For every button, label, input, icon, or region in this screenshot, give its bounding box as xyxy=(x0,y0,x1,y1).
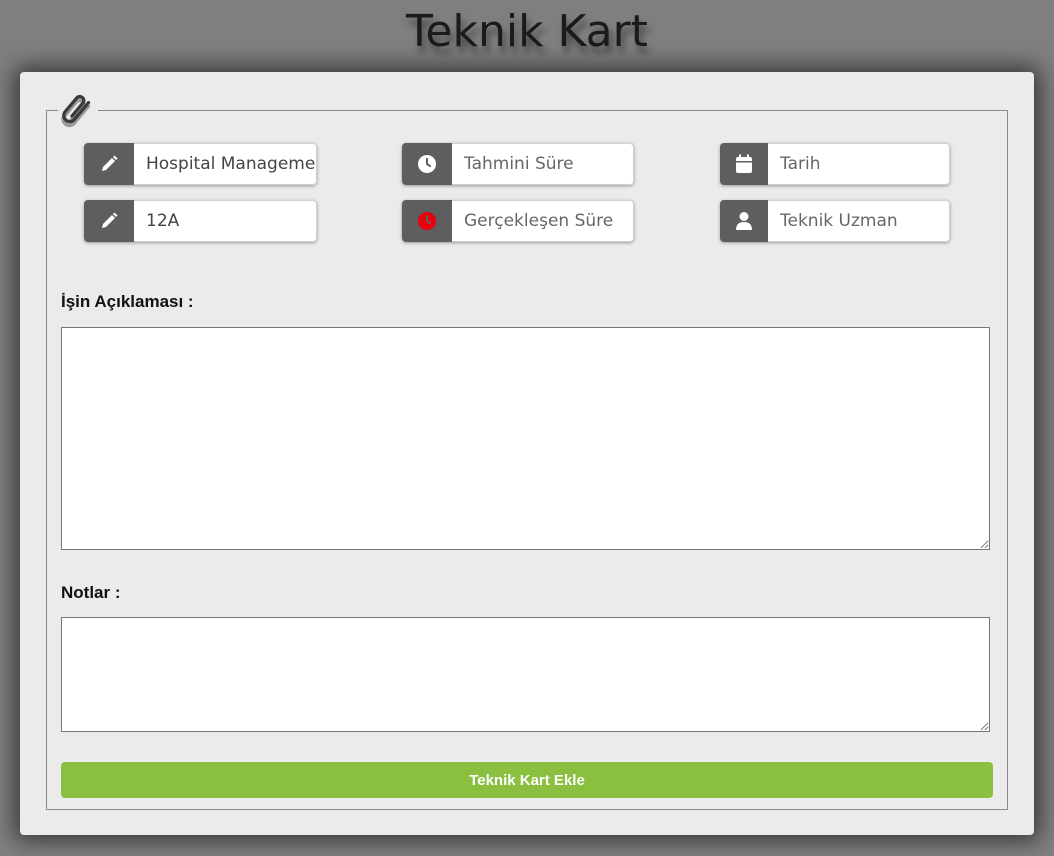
actual-time-input[interactable] xyxy=(452,200,634,242)
code-input[interactable] xyxy=(134,200,317,242)
estimated-time-input-group xyxy=(402,143,634,185)
project-input-group xyxy=(84,143,317,185)
paperclip-icon xyxy=(58,92,98,132)
date-input[interactable] xyxy=(768,143,950,185)
user-icon xyxy=(720,200,768,242)
clock-red-icon xyxy=(402,200,452,242)
calendar-icon xyxy=(720,143,768,185)
description-label: İşin Açıklaması : xyxy=(61,292,194,311)
clock-icon xyxy=(402,143,452,185)
project-name-input[interactable] xyxy=(134,143,317,185)
notes-label: Notlar : xyxy=(61,583,121,602)
notes-textarea[interactable] xyxy=(61,617,990,732)
actual-time-input-group xyxy=(402,200,634,242)
pencil-icon xyxy=(84,200,134,242)
date-input-group xyxy=(720,143,950,185)
add-technical-card-button[interactable]: Teknik Kart Ekle xyxy=(61,762,993,798)
page-title: Teknik Kart xyxy=(406,6,648,57)
pencil-icon xyxy=(84,143,134,185)
technical-expert-input-group xyxy=(720,200,950,242)
description-textarea[interactable] xyxy=(61,327,990,550)
code-input-group xyxy=(84,200,317,242)
estimated-time-input[interactable] xyxy=(452,143,634,185)
technical-expert-input[interactable] xyxy=(768,200,950,242)
